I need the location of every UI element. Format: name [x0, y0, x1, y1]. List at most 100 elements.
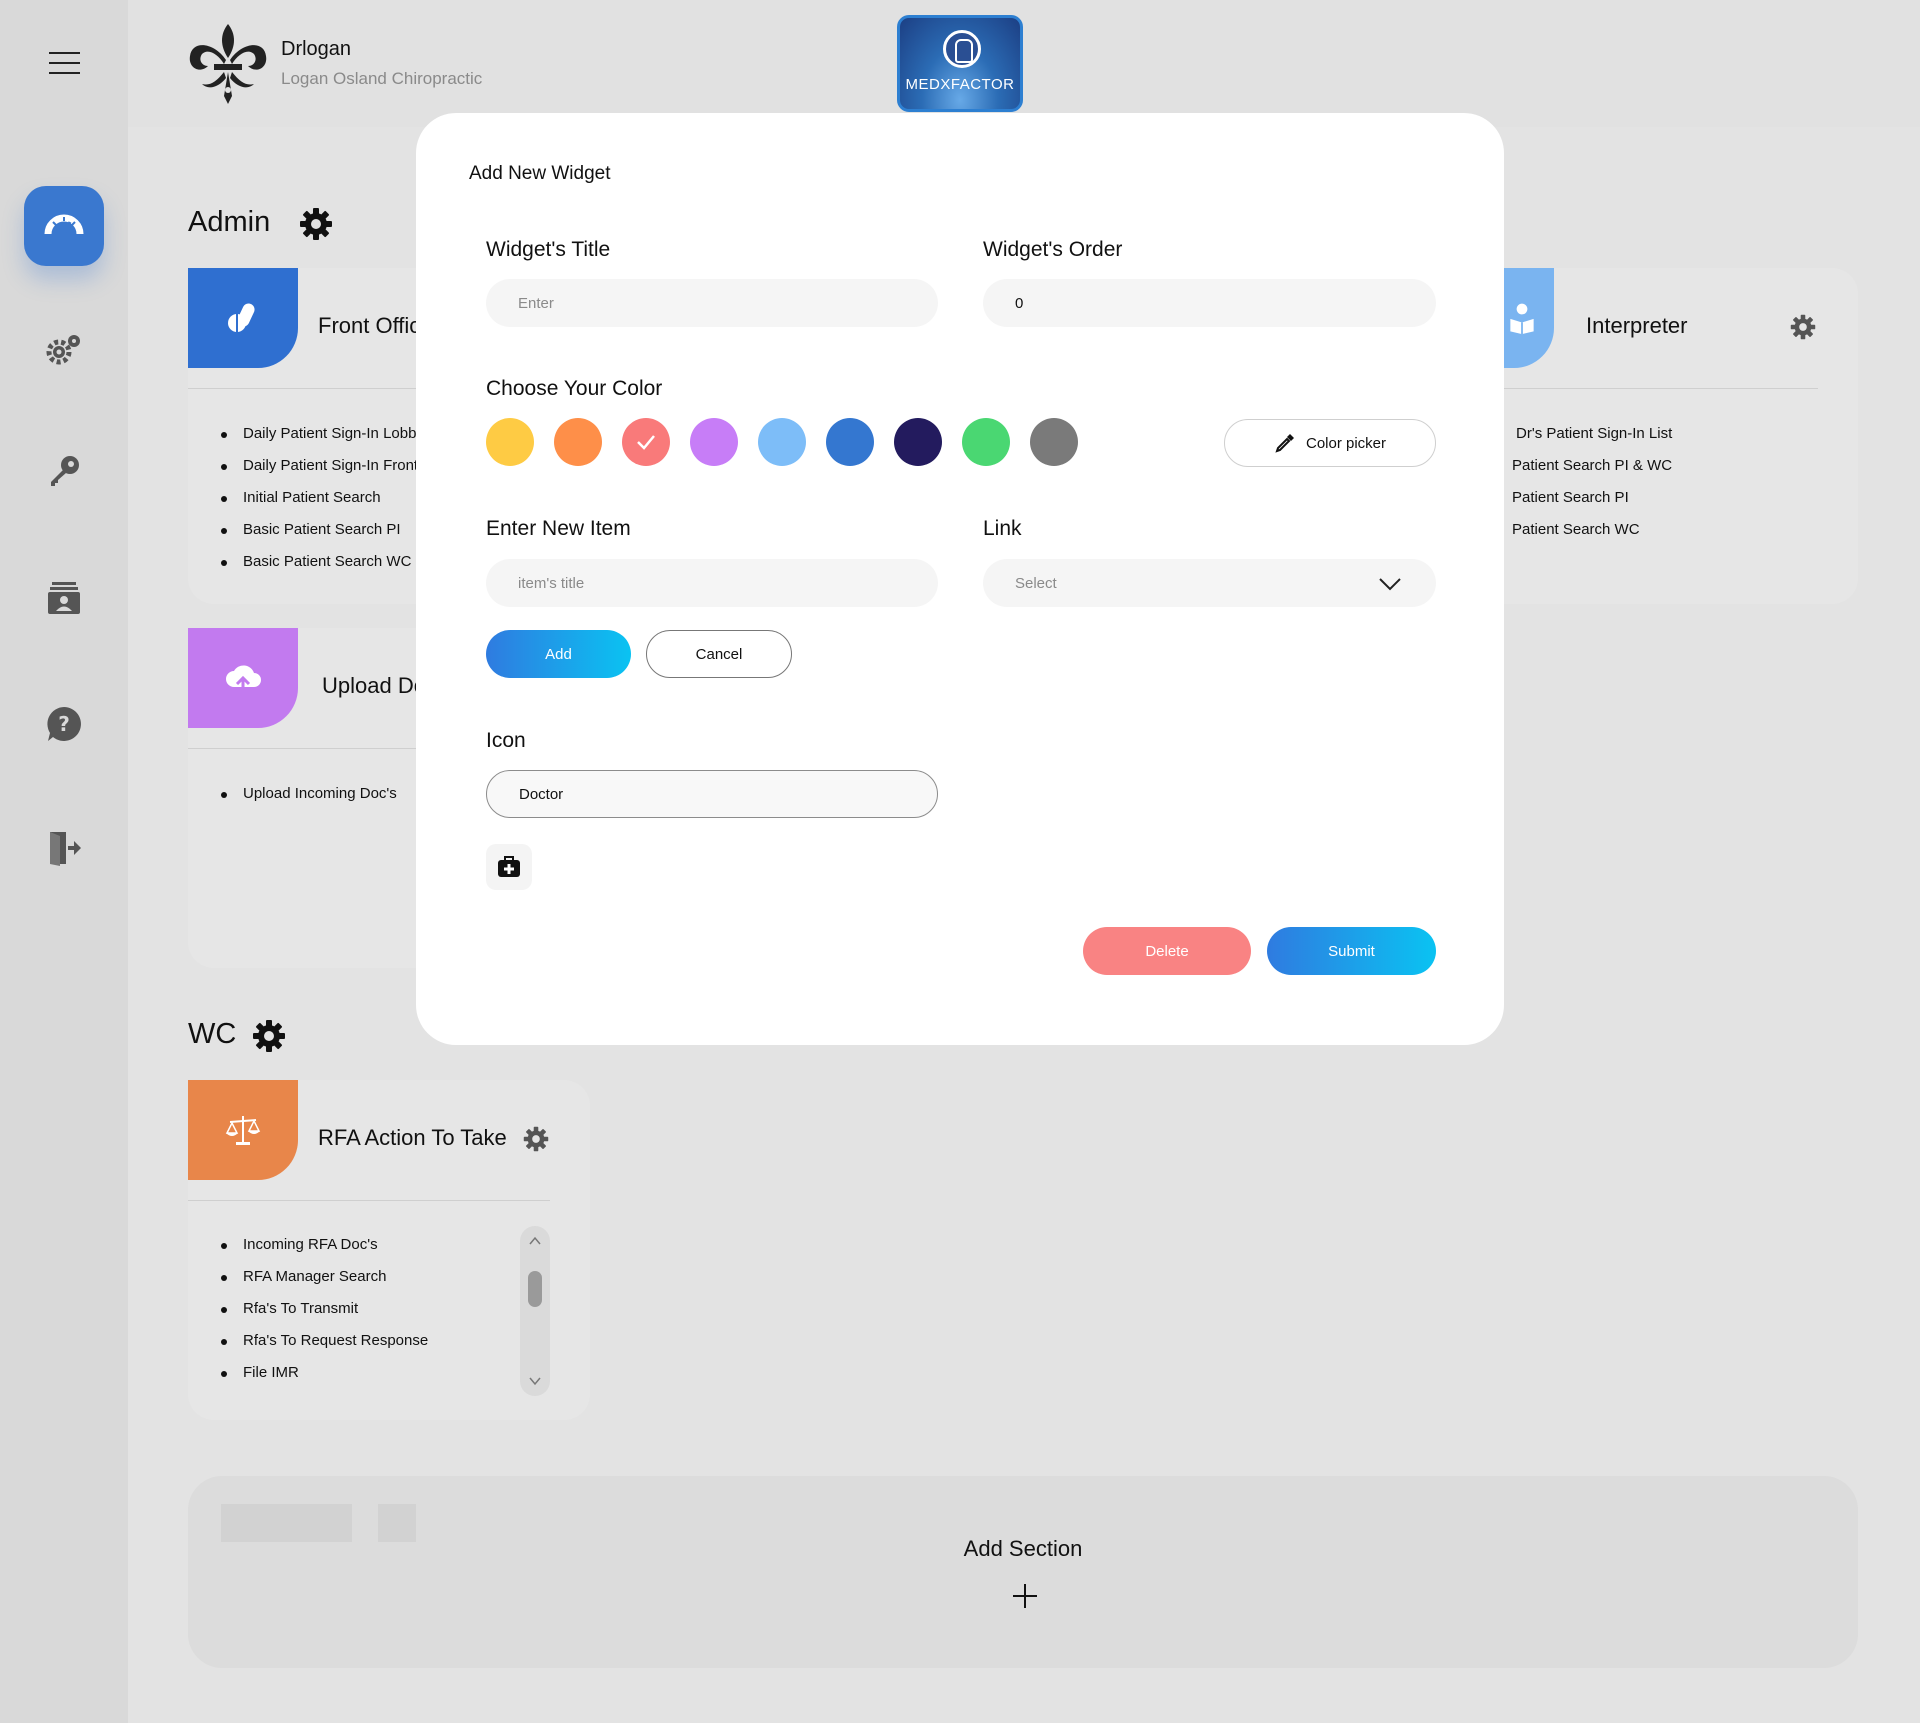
color-swatch[interactable]	[622, 418, 670, 466]
link-select[interactable]: Select	[983, 559, 1436, 607]
checkmark-icon	[637, 435, 655, 450]
list-item[interactable]: Daily Patient Sign-In Front Office	[221, 450, 448, 482]
color-swatch[interactable]	[894, 418, 942, 466]
color-picker-button[interactable]: Color picker	[1224, 419, 1436, 467]
widget-settings-icon[interactable]	[1790, 314, 1816, 340]
list-item[interactable]: Dr's Patient Sign-In List	[1512, 418, 1672, 450]
key-icon	[51, 456, 79, 486]
contacts-card-icon	[48, 582, 80, 614]
divider	[1504, 388, 1818, 389]
new-item-input[interactable]: item's title	[486, 559, 938, 607]
color-swatch[interactable]	[962, 418, 1010, 466]
icon-label: Icon	[486, 729, 526, 752]
brand-emblem-icon	[943, 30, 981, 68]
widget-item-list: Dr's Patient Sign-In List Patient Search…	[1512, 418, 1672, 546]
color-swatch[interactable]	[554, 418, 602, 466]
sidebar-item-help[interactable]: ?	[24, 684, 104, 764]
scroll-up-icon[interactable]	[528, 1234, 542, 1248]
color-swatch[interactable]	[758, 418, 806, 466]
list-item[interactable]: Incoming RFA Doc's	[221, 1229, 428, 1261]
sidebar-item-dashboard[interactable]	[24, 186, 104, 266]
widget-settings-icon[interactable]	[523, 1126, 549, 1152]
scroll-down-icon[interactable]	[528, 1374, 542, 1388]
divider	[188, 388, 448, 389]
widget-title-input[interactable]: Enter	[486, 279, 938, 327]
balance-scale-icon	[225, 1116, 261, 1145]
widget-icon-tile	[188, 1080, 298, 1180]
list-item[interactable]: Patient Search PI	[1512, 482, 1672, 514]
fleur-de-lis-logo	[189, 24, 267, 104]
wc-section-settings-icon[interactable]	[252, 1019, 286, 1053]
plus-icon	[1013, 1584, 1037, 1608]
submit-button[interactable]: Submit	[1267, 927, 1436, 975]
top-header: Drlogan Logan Osland Chiropractic MEDXFA…	[128, 0, 1920, 127]
list-item[interactable]: Upload Incoming Doc's	[221, 778, 448, 810]
color-swatch[interactable]	[826, 418, 874, 466]
admin-section-settings-icon[interactable]	[299, 207, 333, 241]
widget-icon-tile	[188, 628, 298, 728]
color-swatch[interactable]	[1030, 418, 1078, 466]
settings-gears-icon	[46, 335, 80, 365]
add-item-button[interactable]: Add	[486, 630, 631, 678]
clinic-name: Logan Osland Chiropractic	[281, 69, 483, 88]
list-item[interactable]: Rfa's To Transmit	[221, 1293, 428, 1325]
list-item[interactable]: Patient Search WC	[1512, 514, 1672, 546]
medical-bag-icon	[498, 856, 520, 877]
help-icon: ?	[47, 707, 81, 741]
widget-icon-tile	[188, 268, 298, 368]
widget-item-list: Daily Patient Sign-In Lobby Daily Patien…	[221, 418, 448, 578]
hamburger-menu-icon[interactable]	[49, 52, 80, 74]
rfa-list-scrollbar[interactable]	[520, 1226, 550, 1396]
new-item-label: Enter New Item	[486, 517, 631, 540]
cancel-item-button[interactable]: Cancel	[646, 630, 792, 678]
list-item[interactable]: Rfa's To Request Response	[221, 1325, 428, 1357]
svg-text:?: ?	[58, 712, 70, 736]
list-item[interactable]: Basic Patient Search PI	[221, 514, 448, 546]
eyedropper-icon	[1275, 434, 1294, 453]
widget-front-office: Front Office Daily Patient Sign-In Lobby…	[188, 268, 448, 604]
widget-interpreter: Interpreter Dr's Patient Sign-In List Pa…	[1490, 268, 1858, 604]
scrollbar-thumb[interactable]	[528, 1271, 542, 1307]
list-item[interactable]: Basic Patient Search WC	[221, 546, 448, 578]
widget-title: Interpreter	[1586, 313, 1688, 338]
sidebar-item-settings[interactable]	[24, 308, 104, 388]
add-section-button[interactable]: Add Section	[188, 1476, 1858, 1668]
list-item[interactable]: File IMR	[221, 1357, 428, 1389]
section-title-wc: WC	[188, 1018, 237, 1050]
brand-logo-text: MEDXFACTOR	[905, 76, 1015, 93]
widget-item-list: Upload Incoming Doc's	[221, 778, 448, 810]
sidebar-item-contacts[interactable]	[24, 558, 104, 638]
divider	[188, 748, 448, 749]
reader-person-icon	[1510, 303, 1534, 335]
sidebar: ?	[0, 0, 128, 1723]
link-selected-value: Select	[1015, 574, 1057, 592]
list-item[interactable]: Daily Patient Sign-In Lobby	[221, 418, 448, 450]
divider	[188, 1200, 550, 1201]
choose-color-label: Choose Your Color	[486, 377, 663, 400]
sidebar-item-keys[interactable]	[24, 432, 104, 512]
delete-button[interactable]: Delete	[1083, 927, 1251, 975]
chevron-down-icon	[1379, 578, 1401, 591]
icon-input[interactable]: Doctor	[486, 770, 938, 818]
cloud-upload-icon	[226, 665, 261, 693]
widget-order-label: Widget's Order	[983, 238, 1123, 261]
sidebar-item-logout[interactable]	[24, 808, 104, 888]
user-name: Drlogan	[281, 38, 352, 60]
pills-icon	[228, 303, 255, 332]
widget-order-input[interactable]: 0	[983, 279, 1436, 327]
widget-item-list: Incoming RFA Doc's RFA Manager Search Rf…	[221, 1229, 428, 1389]
dashboard-gauge-icon	[44, 214, 84, 237]
list-item[interactable]: RFA Manager Search	[221, 1261, 428, 1293]
color-swatch[interactable]	[690, 418, 738, 466]
list-item[interactable]: Patient Search PI & WC	[1512, 450, 1672, 482]
section-title-admin: Admin	[188, 206, 271, 238]
icon-preview[interactable]	[486, 844, 532, 890]
widget-title: RFA Action To Take	[318, 1125, 507, 1150]
link-label: Link	[983, 517, 1022, 540]
color-picker-label: Color picker	[1305, 434, 1387, 452]
add-widget-modal: Add New Widget Widget's Title Enter Widg…	[416, 113, 1504, 1045]
modal-heading: Add New Widget	[469, 163, 611, 184]
widget-upload-docs: Upload Docs Upload Incoming Doc's	[188, 628, 448, 968]
color-swatch[interactable]	[486, 418, 534, 466]
list-item[interactable]: Initial Patient Search	[221, 482, 448, 514]
